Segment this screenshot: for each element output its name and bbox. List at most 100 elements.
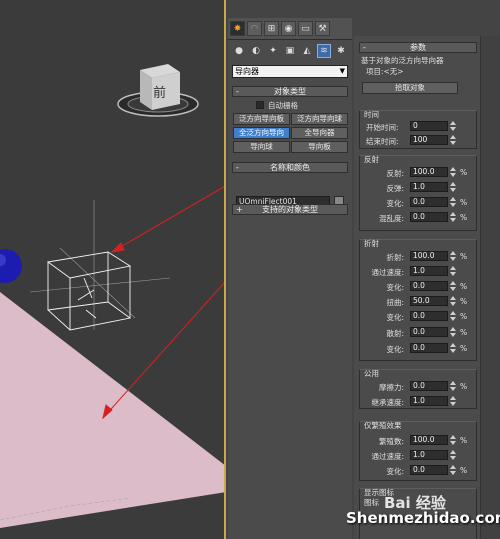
spawn-effects-group: 仅繁殖效果 繁殖数: 100.0 % 通过速度: 1.0 变化: 0.0 %: [359, 421, 477, 481]
viewcube-label: 前: [153, 86, 167, 101]
motion-icon[interactable]: ◉: [281, 21, 296, 36]
sdeflector-button[interactable]: 导向球: [233, 141, 290, 153]
autogrid-label: 自动栅格: [268, 101, 298, 110]
pass-velocity-label: 通过速度:: [371, 268, 404, 277]
bounce-label: 反弹:: [386, 184, 404, 193]
deflector-plane: [0, 292, 224, 528]
pick-object-button[interactable]: 拾取对象: [362, 82, 458, 94]
category-dropdown-value: 导向器: [235, 67, 259, 76]
variation-field[interactable]: 0.0: [410, 465, 448, 475]
reflects-field[interactable]: 100.0: [410, 167, 448, 177]
spinner-arrows-icon[interactable]: [450, 296, 456, 306]
percent-unit: %: [460, 328, 468, 337]
udeflector-button[interactable]: 全导向器: [291, 127, 348, 139]
spinner-arrows-icon[interactable]: [450, 311, 456, 321]
variation-field[interactable]: 0.0: [410, 343, 448, 353]
pass-velocity-field[interactable]: 1.0: [410, 266, 448, 276]
spinner-arrows-icon[interactable]: [450, 135, 456, 145]
percent-unit: %: [460, 213, 468, 222]
spawn-effects-title: 仅繁殖效果: [364, 421, 402, 430]
spinner-arrows-icon[interactable]: [450, 435, 456, 445]
display-icon[interactable]: ▭: [298, 21, 313, 36]
friction-field[interactable]: 0.0: [410, 381, 448, 391]
spinner-arrows-icon[interactable]: [450, 212, 456, 222]
percent-unit: %: [460, 436, 468, 445]
spinner-arrows-icon[interactable]: [450, 465, 456, 475]
variation-label: 变化:: [386, 467, 404, 476]
spinner-arrows-icon[interactable]: [450, 251, 456, 261]
spinner-arrows-icon[interactable]: [450, 167, 456, 177]
spinner-arrows-icon[interactable]: [450, 281, 456, 291]
sphere-object: [0, 249, 22, 283]
parameters-rollout-header[interactable]: - 参数: [359, 42, 477, 53]
hierarchy-icon[interactable]: ⊞: [264, 21, 279, 36]
modify-icon[interactable]: ◠: [247, 21, 262, 36]
command-tabs: ✸ ◠ ⊞ ◉ ▭ ⚒: [228, 18, 352, 40]
percent-unit: %: [460, 312, 468, 321]
spinner-arrows-icon[interactable]: [450, 266, 456, 276]
inherit-velocity-field[interactable]: 1.0: [410, 396, 448, 406]
collapse-icon: -: [363, 43, 366, 52]
pass-velocity-field[interactable]: 1.0: [410, 450, 448, 460]
spinner-arrows-icon[interactable]: [450, 197, 456, 207]
omniflector-gizmo: [46, 251, 132, 331]
uomniflector-button[interactable]: 全泛方向导向: [233, 127, 290, 139]
refraction-group: 折射 折射: 100.0 % 通过速度: 1.0 变化: 0.0 % 扭曲: 5…: [359, 239, 477, 361]
reflects-label: 反射:: [386, 169, 404, 178]
lights-icon[interactable]: ✦: [266, 44, 280, 58]
systems-icon[interactable]: ✱: [334, 44, 348, 58]
spinner-arrows-icon[interactable]: [450, 450, 456, 460]
name-color-rollout-header[interactable]: - 名称和颜色: [232, 162, 348, 173]
variation-field[interactable]: 0.0: [410, 281, 448, 291]
percent-unit: %: [460, 252, 468, 261]
distortion-label: 扭曲:: [386, 298, 404, 307]
end-time-field[interactable]: 100: [410, 135, 448, 145]
site-watermark: Shenmezhidao.com: [346, 509, 500, 527]
helpers-icon[interactable]: ◭: [300, 44, 314, 58]
spawns-field[interactable]: 100.0: [410, 435, 448, 445]
spinner-arrows-icon[interactable]: [450, 343, 456, 353]
cameras-icon[interactable]: ▣: [283, 44, 297, 58]
chaos-label: 混乱度:: [378, 214, 404, 223]
diffusion-label: 散射:: [386, 329, 404, 338]
percent-unit: %: [460, 466, 468, 475]
friction-label: 摩擦力:: [378, 383, 404, 392]
refracts-label: 折射:: [386, 253, 404, 262]
autogrid-checkbox[interactable]: [256, 101, 264, 109]
panel-scrollbar[interactable]: [480, 36, 500, 539]
variation-label: 变化:: [386, 313, 404, 322]
bounce-field[interactable]: 1.0: [410, 182, 448, 192]
variation-field[interactable]: 0.0: [410, 311, 448, 321]
parameters-title: 参数: [410, 43, 426, 52]
start-time-field[interactable]: 0: [410, 121, 448, 131]
perspective-viewport[interactable]: 前: [0, 0, 226, 539]
spinner-arrows-icon[interactable]: [450, 182, 456, 192]
create-icon[interactable]: ✸: [230, 21, 245, 36]
deflector-description: 基于对象的泛方向导向器: [361, 56, 444, 65]
timing-title: 时间: [364, 110, 379, 119]
category-dropdown[interactable]: 导向器 ▼: [232, 65, 348, 78]
supported-types-rollout-header[interactable]: + 支持的对象类型: [232, 204, 348, 215]
spinner-arrows-icon[interactable]: [450, 327, 456, 337]
inherit-velocity-label: 继承速度:: [371, 398, 404, 407]
space-warps-icon[interactable]: ≋: [317, 44, 331, 58]
object-type-rollout-header[interactable]: - 对象类型: [232, 86, 348, 97]
spinner-arrows-icon[interactable]: [450, 396, 456, 406]
diffusion-field[interactable]: 0.0: [410, 327, 448, 337]
shapes-icon[interactable]: ◐: [249, 44, 263, 58]
geometry-icon[interactable]: ●: [232, 44, 246, 58]
collapse-icon: -: [236, 87, 239, 96]
chevron-down-icon: ▼: [339, 67, 345, 75]
distortion-field[interactable]: 50.0: [410, 296, 448, 306]
spinner-arrows-icon[interactable]: [450, 121, 456, 131]
utilities-icon[interactable]: ⚒: [315, 21, 330, 36]
spinner-arrows-icon[interactable]: [450, 381, 456, 391]
omniflector-sphere-button[interactable]: 泛方向导向球: [291, 113, 348, 125]
chaos-field[interactable]: 0.0: [410, 212, 448, 222]
icon-size-label: 图标: [364, 498, 379, 507]
variation-field[interactable]: 0.0: [410, 197, 448, 207]
deflector-button[interactable]: 导向板: [291, 141, 348, 153]
omniflector-plane-button[interactable]: 泛方向导向板: [233, 113, 290, 125]
percent-unit: %: [460, 168, 468, 177]
refracts-field[interactable]: 100.0: [410, 251, 448, 261]
